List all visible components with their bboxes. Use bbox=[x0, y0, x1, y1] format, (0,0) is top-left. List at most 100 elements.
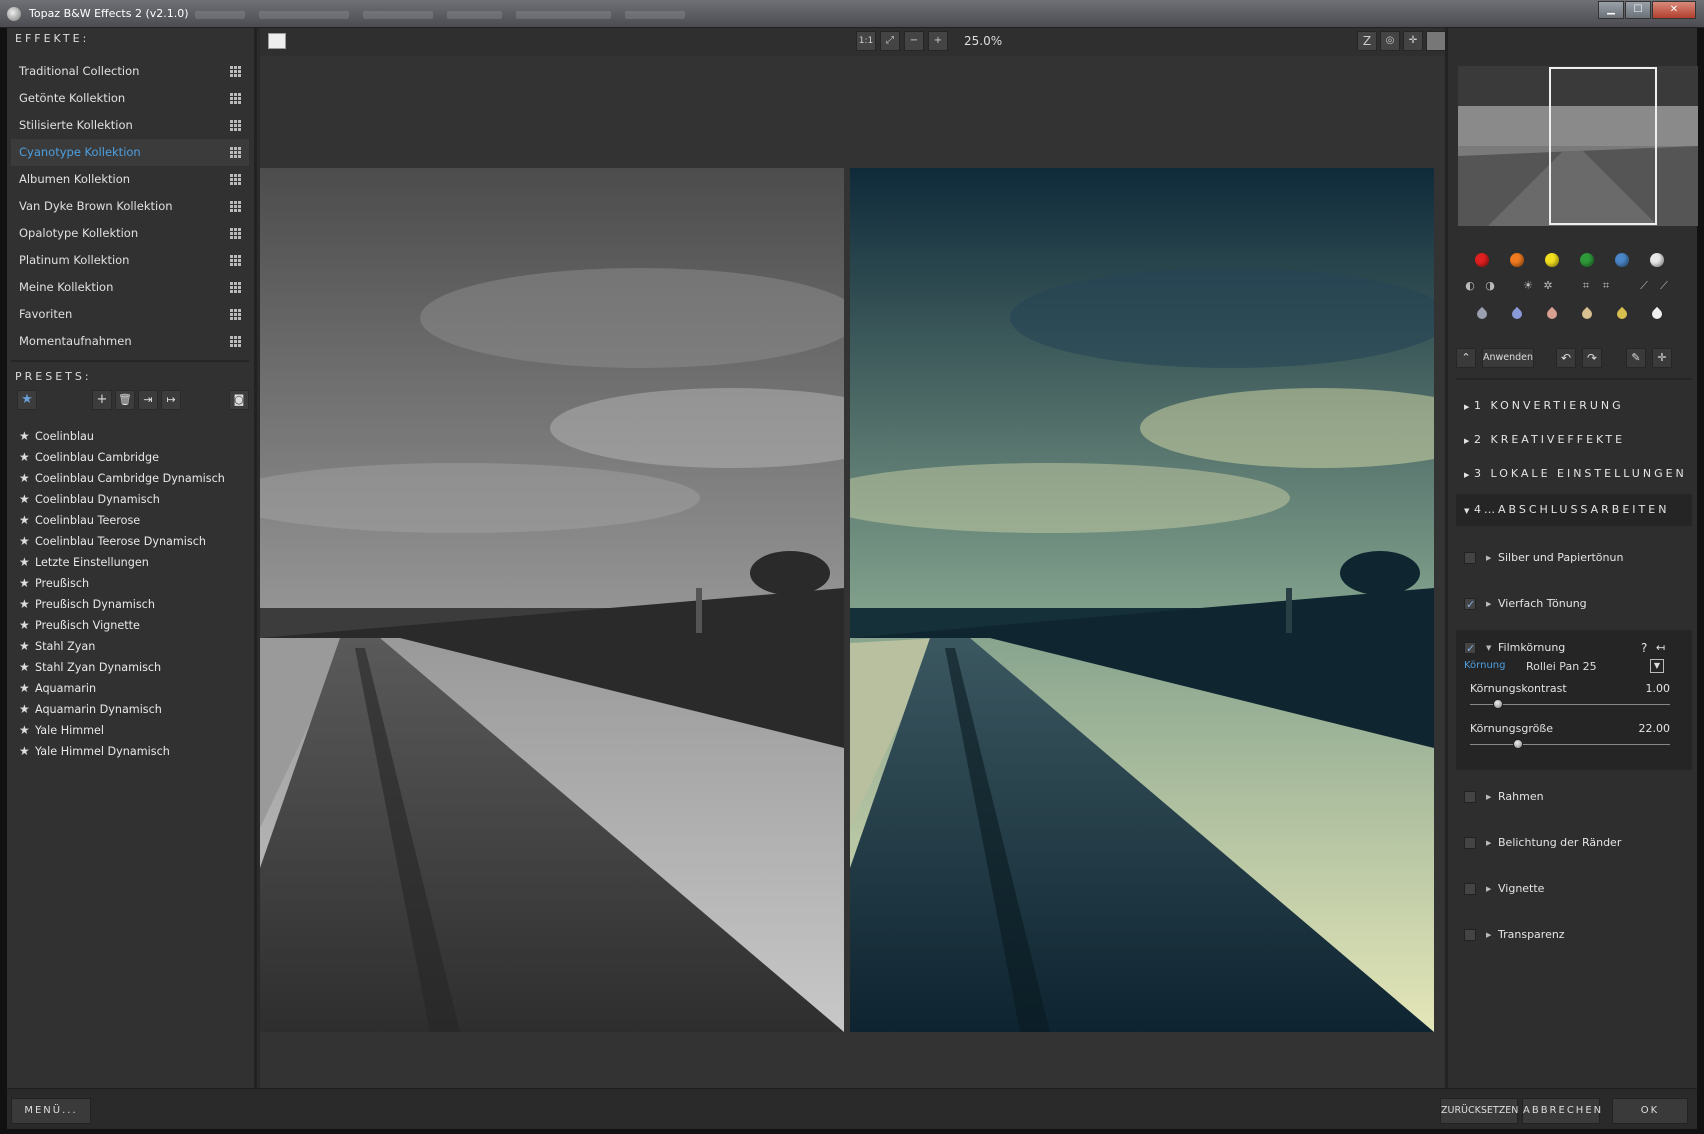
preset-item[interactable]: ★ Preußisch Dynamisch bbox=[19, 594, 251, 615]
zoom-out-icon[interactable]: − bbox=[904, 31, 924, 51]
target-icon[interactable]: ◎ bbox=[1380, 31, 1400, 51]
grid-icon[interactable] bbox=[230, 336, 241, 347]
maximize-button[interactable]: ☐ bbox=[1625, 1, 1651, 19]
grain-contrast-value[interactable]: 1.00 bbox=[1646, 682, 1671, 695]
effect-item[interactable]: Getönte Kollektion bbox=[11, 85, 249, 112]
preset-item[interactable]: ★ Coelinblau Teerose Dynamisch bbox=[19, 531, 251, 552]
preset-item[interactable]: ★ Coelinblau Cambridge Dynamisch bbox=[19, 468, 251, 489]
blue-tone-drop-icon[interactable] bbox=[1511, 306, 1523, 322]
grain-size-track[interactable] bbox=[1470, 744, 1670, 745]
preset-item[interactable]: ★ Preußisch bbox=[19, 573, 251, 594]
burn-icon[interactable]: ◐ bbox=[1462, 278, 1478, 294]
yellow-channel-swatch[interactable] bbox=[1545, 253, 1559, 267]
preset-item[interactable]: ★ Coelinblau bbox=[19, 426, 251, 447]
gray-tone-drop-icon[interactable] bbox=[1476, 306, 1488, 322]
close-button[interactable]: ✕ bbox=[1652, 1, 1696, 19]
preset-item[interactable]: ★ Coelinblau Teerose bbox=[19, 510, 251, 531]
menu-button[interactable]: MENÜ... bbox=[11, 1098, 91, 1124]
rose-tone-drop-icon[interactable] bbox=[1546, 306, 1558, 322]
grid-icon[interactable] bbox=[230, 66, 241, 77]
preset-item[interactable]: ★ Aquamarin bbox=[19, 678, 251, 699]
quad-toning-checkbox[interactable] bbox=[1464, 594, 1476, 616]
preset-item[interactable]: ★ Preußisch Vignette bbox=[19, 615, 251, 636]
effect-item[interactable]: Van Dyke Brown Kollektion bbox=[11, 193, 249, 220]
effect-item[interactable]: Traditional Collection bbox=[11, 58, 249, 85]
help-icon[interactable]: ? bbox=[1641, 637, 1647, 659]
effect-item[interactable]: Platinum Kollektion bbox=[11, 247, 249, 274]
white-channel-swatch[interactable] bbox=[1650, 253, 1664, 267]
import-preset-icon[interactable]: ⇥ bbox=[138, 390, 158, 410]
smooth-icon[interactable]: ⌗ bbox=[1598, 278, 1614, 294]
red-channel-swatch[interactable] bbox=[1475, 253, 1489, 267]
grain-type-dropdown-icon[interactable]: ▼ bbox=[1650, 659, 1664, 673]
grid-icon[interactable] bbox=[230, 228, 241, 239]
export-preset-icon[interactable]: ↦ bbox=[161, 390, 181, 410]
grid-icon[interactable] bbox=[230, 255, 241, 266]
effect-item[interactable]: Albumen Kollektion bbox=[11, 166, 249, 193]
silver-toning-row[interactable]: ▶ Silber und Papiertönun bbox=[1456, 547, 1692, 569]
edge-exposure-checkbox[interactable] bbox=[1464, 837, 1476, 849]
preset-item[interactable]: ★ Stahl Zyan bbox=[19, 636, 251, 657]
effect-item[interactable]: Momentaufnahmen bbox=[11, 328, 249, 355]
frame-checkbox[interactable] bbox=[1464, 791, 1476, 803]
vignette-checkbox[interactable] bbox=[1464, 883, 1476, 895]
green-channel-swatch[interactable] bbox=[1580, 253, 1594, 267]
ok-button[interactable]: OK bbox=[1612, 1098, 1688, 1124]
preset-item[interactable]: ★ Yale Himmel Dynamisch bbox=[19, 741, 251, 762]
pin-icon[interactable]: ✛ bbox=[1652, 348, 1672, 368]
grid-icon[interactable] bbox=[230, 93, 241, 104]
beige-tone-drop-icon[interactable] bbox=[1581, 306, 1593, 322]
reset-icon[interactable]: ↤ bbox=[1656, 637, 1665, 659]
favorite-star-icon[interactable]: ★ bbox=[17, 390, 37, 410]
grid-icon[interactable] bbox=[230, 309, 241, 320]
minimize-button[interactable]: ▁ bbox=[1598, 1, 1624, 19]
film-grain-row[interactable]: ▼ Filmkörnung ? ↤ bbox=[1456, 637, 1692, 660]
brush-icon[interactable]: ⟋ bbox=[1636, 278, 1652, 294]
blue-channel-swatch[interactable] bbox=[1615, 253, 1629, 267]
section-lokale-einstellungen[interactable]: ▶ 3 LOKALE EINSTELLUNGEN bbox=[1456, 458, 1692, 490]
vignette-row[interactable]: ▶ Vignette bbox=[1456, 878, 1692, 900]
section-konvertierung[interactable]: ▶ 1 KONVERTIERUNG bbox=[1456, 390, 1692, 422]
grid-icon[interactable] bbox=[230, 174, 241, 185]
redo-icon[interactable]: ↷ bbox=[1582, 348, 1602, 368]
delete-preset-icon[interactable]: 🗑 bbox=[115, 390, 135, 410]
reset-button[interactable]: ZURÜCKSETZEN bbox=[1440, 1098, 1518, 1124]
grain-contrast-slider-handle[interactable] bbox=[1493, 699, 1503, 709]
collapse-icon[interactable]: ⌃ bbox=[1456, 348, 1476, 368]
apply-button[interactable]: Anwenden bbox=[1482, 348, 1534, 368]
effect-item[interactable]: Opalotype Kollektion bbox=[11, 220, 249, 247]
preset-item[interactable]: ★ Stahl Zyan Dynamisch bbox=[19, 657, 251, 678]
dodge-icon[interactable]: ◑ bbox=[1482, 278, 1498, 294]
detail-icon[interactable]: ⌗ bbox=[1578, 278, 1594, 294]
grid-icon[interactable] bbox=[230, 147, 241, 158]
undo-icon[interactable]: ↶ bbox=[1556, 348, 1576, 368]
effect-item-active[interactable]: Cyanotype Kollektion bbox=[11, 139, 249, 166]
actual-size-button[interactable]: 1:1 bbox=[856, 31, 876, 51]
section-abschlussarbeiten[interactable]: ▼ 4…ABSCHLUSSARBEITEN bbox=[1456, 494, 1692, 526]
single-view-icon[interactable] bbox=[268, 33, 286, 49]
brightness-reduce-icon[interactable]: ✲ bbox=[1540, 278, 1556, 294]
add-preset-icon[interactable]: + bbox=[92, 390, 112, 410]
grain-size-value[interactable]: 22.00 bbox=[1639, 722, 1671, 735]
frame-row[interactable]: ▶ Rahmen bbox=[1456, 786, 1692, 808]
film-grain-checkbox[interactable] bbox=[1464, 638, 1476, 660]
grid-icon[interactable] bbox=[230, 201, 241, 212]
preset-item[interactable]: ★ Letzte Einstellungen bbox=[19, 552, 251, 573]
pan-tool-icon[interactable]: ✛ bbox=[1403, 31, 1423, 51]
preset-item[interactable]: ★ Yale Himmel bbox=[19, 720, 251, 741]
effect-item[interactable]: Meine Kollektion bbox=[11, 274, 249, 301]
section-kreativeffekte[interactable]: ▶ 2 KREATIVEFFEKTE bbox=[1456, 424, 1692, 456]
eraser-brush-icon[interactable]: ⟋ bbox=[1656, 278, 1672, 294]
camera-snapshot-icon[interactable]: ◙ bbox=[229, 390, 249, 410]
effect-item[interactable]: Favoriten bbox=[11, 301, 249, 328]
quad-toning-row[interactable]: ▶ Vierfach Tönung bbox=[1456, 593, 1692, 616]
navigator-viewport-frame[interactable] bbox=[1549, 67, 1657, 225]
effect-item[interactable]: Stilisierte Kollektion bbox=[11, 112, 249, 139]
edge-exposure-row[interactable]: ▶ Belichtung der Ränder bbox=[1456, 832, 1692, 854]
brightness-icon[interactable]: ☀ bbox=[1520, 278, 1536, 294]
grain-size-slider-handle[interactable] bbox=[1513, 739, 1523, 749]
fit-to-screen-icon[interactable]: ⤢ bbox=[880, 31, 900, 51]
preview-image[interactable] bbox=[850, 168, 1434, 1032]
cancel-button[interactable]: ABBRECHEN bbox=[1522, 1098, 1601, 1124]
silver-toning-checkbox[interactable] bbox=[1464, 552, 1476, 564]
